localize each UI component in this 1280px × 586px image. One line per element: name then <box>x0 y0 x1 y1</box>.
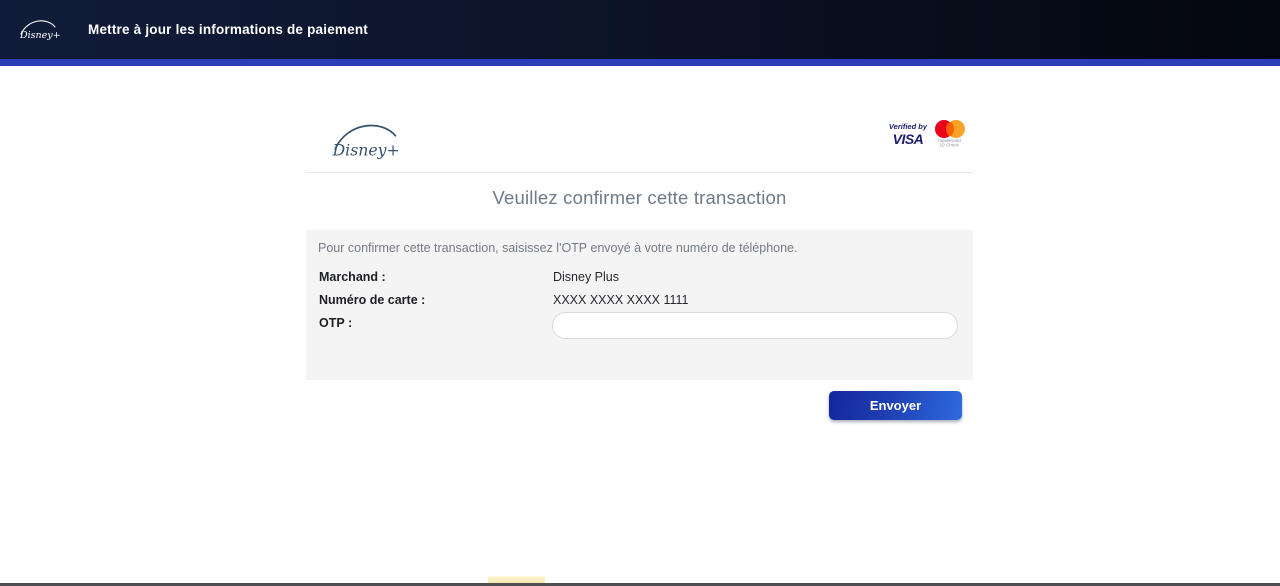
divider <box>306 172 973 173</box>
merchant-value: Disney Plus <box>553 270 619 284</box>
send-button[interactable]: Envoyer <box>829 391 962 420</box>
top-bar: Disney+ Mettre à jour les informations d… <box>0 0 1280 59</box>
card-number-row: Numéro de carte : XXXX XXXX XXXX 1111 <box>319 293 959 309</box>
otp-panel: Pour confirmer cette transaction, saisis… <box>306 230 973 380</box>
accent-bar <box>0 59 1280 66</box>
dock-sliver-yellow <box>488 576 545 583</box>
payment-confirmation-page: Disney+ Mettre à jour les informations d… <box>0 0 1280 586</box>
transaction-card: Disney+ Verified by VISA m <box>306 66 973 583</box>
visa-wordmark: VISA <box>889 132 927 146</box>
card-number-label: Numéro de carte : <box>319 293 425 307</box>
otp-row: OTP : <box>319 316 959 332</box>
page-title: Mettre à jour les informations de paieme… <box>88 22 368 37</box>
verified-by-label: Verified by <box>889 123 927 131</box>
merchant-label: Marchand : <box>319 270 386 284</box>
otp-label: OTP : <box>319 316 352 330</box>
scheme-badges: Verified by VISA mastercard ID Check <box>889 120 965 149</box>
card-number-value: XXXX XXXX XXXX 1111 <box>553 293 689 307</box>
mastercard-id-check-logo: mastercard ID Check <box>935 120 965 149</box>
svg-text:Disney+: Disney+ <box>19 30 60 41</box>
mastercard-id-check-label: mastercard ID Check <box>939 140 962 149</box>
main-content: Disney+ Verified by VISA m <box>0 66 1280 583</box>
card-header: Disney+ Verified by VISA m <box>306 110 973 172</box>
merchant-row: Marchand : Disney Plus <box>319 270 959 286</box>
otp-input[interactable] <box>552 312 958 339</box>
transaction-title: Veuillez confirmer cette transaction <box>306 187 973 209</box>
disneyplus-logo: Disney+ <box>330 116 402 166</box>
verified-by-visa-logo: Verified by VISA <box>889 123 927 146</box>
mastercard-circles-icon <box>935 120 965 138</box>
svg-text:Disney+: Disney+ <box>332 140 400 159</box>
otp-instruction: Pour confirmer cette transaction, saisis… <box>318 241 961 255</box>
disneyplus-logo-icon: Disney+ <box>18 15 60 45</box>
